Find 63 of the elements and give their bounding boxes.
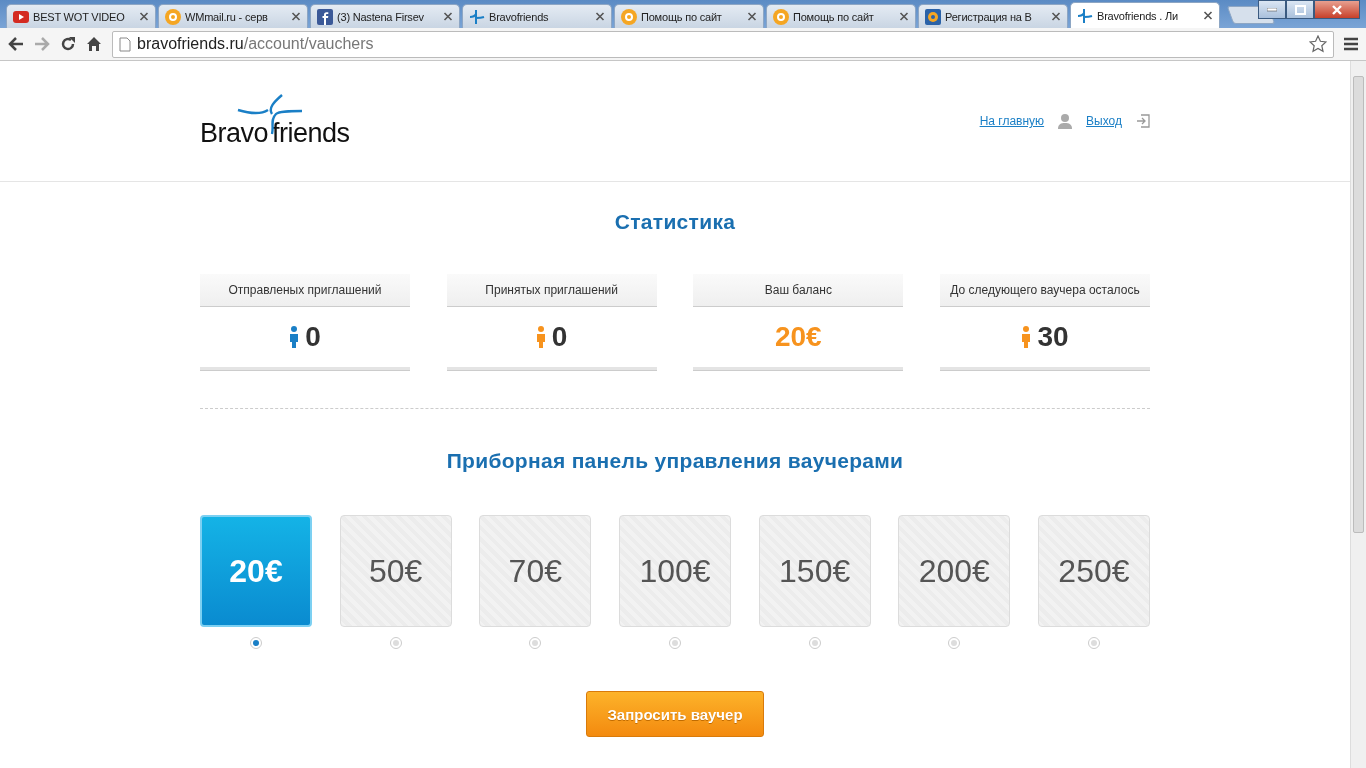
- star-icon[interactable]: [1309, 35, 1327, 53]
- browser-tab[interactable]: Bravofriends . Ли: [1070, 2, 1220, 28]
- close-icon[interactable]: [595, 12, 605, 21]
- radio-button[interactable]: [808, 637, 821, 649]
- stat-value: 0: [305, 321, 321, 353]
- section-title: Приборная панель управления ваучерами: [445, 449, 905, 473]
- close-icon[interactable]: [291, 12, 301, 21]
- browser-tab[interactable]: Помощь по сайт: [766, 4, 916, 28]
- radio-button[interactable]: [250, 637, 262, 649]
- close-icon[interactable]: [747, 12, 757, 21]
- radio-button[interactable]: [389, 637, 402, 649]
- browser-tab[interactable]: Помощь по сайт: [614, 4, 764, 28]
- stat-label: Отправленых приглашений: [228, 283, 382, 297]
- menu-icon[interactable]: [1344, 37, 1358, 51]
- browser-tab[interactable]: WMmail.ru - серв: [158, 4, 308, 28]
- voucher-option[interactable]: 150€: [758, 515, 871, 627]
- stat-value: 30: [1037, 321, 1069, 353]
- voucher-option[interactable]: 50€: [339, 515, 452, 627]
- section-title: Статистика: [613, 210, 737, 234]
- video-icon: [13, 10, 29, 23]
- close-icon[interactable]: [443, 12, 453, 21]
- reload-icon[interactable]: [60, 36, 76, 52]
- maximize-button[interactable]: [1286, 0, 1314, 19]
- voucher-option[interactable]: 200€: [898, 515, 1011, 627]
- page-icon: [119, 36, 131, 52]
- maximize-icon: [1294, 4, 1306, 15]
- home-link[interactable]: На главную: [979, 114, 1045, 128]
- back-icon[interactable]: [8, 37, 24, 51]
- stat-value: 0: [551, 321, 568, 353]
- close-icon[interactable]: [1051, 12, 1061, 21]
- stat-value: 20€: [774, 321, 822, 353]
- radio-button[interactable]: [529, 637, 542, 649]
- logout-link[interactable]: Выход: [1086, 114, 1122, 128]
- browser-tab[interactable]: Регистрация на В: [918, 4, 1068, 28]
- logout-icon: [1136, 114, 1150, 128]
- url-text: bravofriends.ru/account/vauchers: [137, 35, 374, 53]
- browser-tab[interactable]: Bravofriends: [462, 4, 612, 28]
- close-button[interactable]: [1314, 0, 1360, 19]
- voucher-option[interactable]: 100€: [618, 515, 731, 627]
- home-icon[interactable]: [86, 36, 102, 52]
- voucher-option[interactable]: 70€: [479, 515, 592, 627]
- cross-logo-icon: [1077, 7, 1093, 24]
- bravofriends-logo[interactable]: Bravofriends: [200, 93, 350, 149]
- radio-button[interactable]: [948, 637, 961, 649]
- minimize-icon: [1267, 7, 1277, 12]
- close-icon[interactable]: [899, 12, 909, 21]
- cross-logo-icon: [469, 8, 485, 25]
- stat-label: До следующего ваучера осталось: [950, 283, 1140, 297]
- user-icon: [1058, 113, 1073, 129]
- browser-tab[interactable]: BEST WOT VIDEO: [6, 4, 156, 28]
- minimize-button[interactable]: [1258, 0, 1286, 19]
- stat-label: Принятых приглашений: [485, 283, 618, 297]
- stat-label: Ваш баланс: [764, 283, 832, 297]
- close-icon[interactable]: [139, 12, 149, 21]
- close-icon[interactable]: [1203, 11, 1213, 20]
- radio-button[interactable]: [1087, 637, 1100, 649]
- voucher-option[interactable]: 250€: [1037, 515, 1150, 627]
- browser-tab[interactable]: (3) Nastena Firsev: [310, 4, 460, 28]
- close-icon: [1332, 4, 1342, 15]
- social-icon: [317, 8, 333, 25]
- address-bar[interactable]: bravofriends.ru/account/vauchers: [112, 30, 1334, 58]
- radio-button[interactable]: [668, 637, 681, 649]
- scrollbar[interactable]: [1350, 61, 1366, 768]
